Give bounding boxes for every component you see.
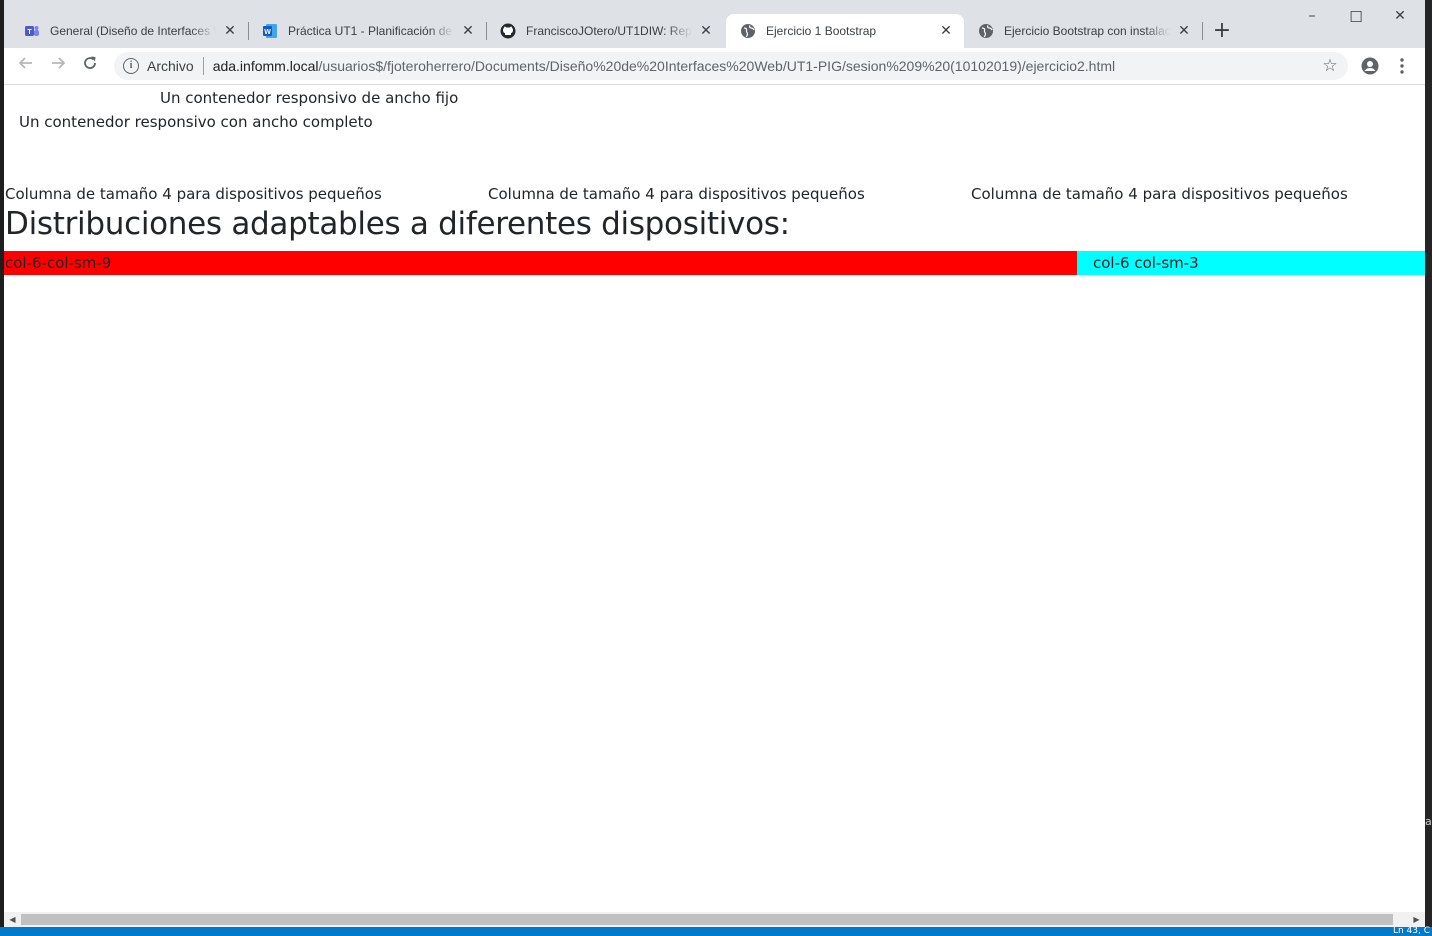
more-menu-icon[interactable] bbox=[1394, 56, 1410, 76]
tab-teams[interactable]: T General (Diseño de Interfaces Web) ✕ bbox=[10, 14, 248, 48]
tab-title: FranciscoJOtero/UT1DIW: Repository bbox=[526, 24, 692, 38]
close-icon[interactable]: ✕ bbox=[222, 23, 238, 39]
info-icon[interactable]: i bbox=[123, 58, 139, 74]
browser-toolbar: i Archivo ada.infomm.local /usuarios$/fj… bbox=[4, 48, 1425, 85]
reload-button[interactable] bbox=[78, 54, 102, 78]
url-path: /usuarios$/fjoteroherrero/Documents/Dise… bbox=[318, 58, 1116, 74]
arrow-right-icon bbox=[52, 57, 66, 69]
column-1: Columna de tamaño 4 para dispositivos pe… bbox=[5, 185, 382, 203]
url-host: ada.infomm.local bbox=[212, 58, 319, 74]
editor-status-bar: Ln 43, C bbox=[0, 926, 1432, 936]
word-icon: W bbox=[262, 23, 278, 39]
github-icon bbox=[500, 23, 516, 39]
svg-text:T: T bbox=[27, 29, 32, 36]
browser-window: T General (Diseño de Interfaces Web) ✕ W… bbox=[4, 0, 1425, 927]
tab-separator bbox=[1202, 22, 1203, 40]
editor-status-text: Ln 43, C bbox=[1392, 926, 1430, 936]
close-icon[interactable]: ✕ bbox=[1176, 23, 1192, 39]
scrollbar-thumb[interactable] bbox=[21, 914, 1393, 925]
tab-title: Ejercicio 1 Bootstrap bbox=[766, 24, 877, 38]
col-left-label: col-6-col-sm-9 bbox=[5, 254, 112, 272]
tab-title: General (Diseño de Interfaces Web) bbox=[50, 24, 216, 38]
tab-title: Práctica UT1 - Planificación de interfac… bbox=[288, 24, 454, 38]
profile-avatar-icon[interactable] bbox=[1361, 57, 1379, 75]
horizontal-scrollbar[interactable]: ◀ ▶ bbox=[4, 912, 1425, 927]
address-bar[interactable]: i Archivo ada.infomm.local /usuarios$/fj… bbox=[114, 52, 1348, 80]
new-tab-button[interactable]: + bbox=[1210, 20, 1234, 44]
page-content: Un contenedor responsivo de ancho fijo U… bbox=[4, 85, 1425, 912]
fluid-container-text: Un contenedor responsivo con ancho compl… bbox=[19, 113, 373, 131]
reload-icon bbox=[84, 56, 96, 69]
desktop-right-edge: a bbox=[1425, 0, 1432, 936]
scroll-right-icon[interactable]: ▶ bbox=[1409, 912, 1424, 927]
close-icon[interactable]: ✕ bbox=[698, 23, 714, 39]
svg-text:W: W bbox=[264, 29, 271, 36]
column-2: Columna de tamaño 4 para dispositivos pe… bbox=[488, 185, 865, 203]
scheme-label: Archivo bbox=[147, 58, 194, 74]
scroll-left-icon[interactable]: ◀ bbox=[5, 912, 20, 927]
maximize-button[interactable]: ☐ bbox=[1334, 8, 1378, 32]
arrow-left-icon bbox=[18, 57, 32, 69]
tab-strip: T General (Diseño de Interfaces Web) ✕ W… bbox=[4, 0, 1425, 48]
page-heading: Distribuciones adaptables a diferentes d… bbox=[5, 206, 790, 242]
teams-icon: T bbox=[24, 23, 40, 39]
tab-word[interactable]: W Práctica UT1 - Planificación de interf… bbox=[248, 14, 486, 48]
col-right-label: col-6 col-sm-3 bbox=[1093, 254, 1199, 272]
tab-github[interactable]: FranciscoJOtero/UT1DIW: Repository ✕ bbox=[486, 14, 724, 48]
globe-icon bbox=[740, 23, 756, 39]
omnibox-separator bbox=[202, 57, 204, 75]
close-icon[interactable]: ✕ bbox=[938, 23, 954, 39]
star-icon[interactable]: ☆ bbox=[1320, 56, 1340, 76]
forward-button[interactable] bbox=[46, 54, 70, 78]
globe-icon bbox=[978, 23, 994, 39]
tab-bootstrap-install[interactable]: Ejercicio Bootstrap con instalación ✕ bbox=[964, 14, 1202, 48]
back-button[interactable] bbox=[14, 54, 38, 78]
tab-title: Ejercicio Bootstrap con instalación bbox=[1004, 24, 1170, 38]
close-window-button[interactable]: ✕ bbox=[1378, 8, 1422, 32]
close-icon[interactable]: ✕ bbox=[460, 23, 476, 39]
col-left-red: col-6-col-sm-9 bbox=[4, 251, 1077, 275]
column-3: Columna de tamaño 4 para dispositivos pe… bbox=[971, 185, 1348, 203]
col-right-cyan: col-6 col-sm-3 bbox=[1077, 251, 1425, 275]
tab-active[interactable]: Ejercicio 1 Bootstrap ✕ bbox=[726, 14, 964, 48]
fixed-container-text: Un contenedor responsivo de ancho fijo bbox=[160, 89, 459, 107]
editor-fragment: a bbox=[1425, 815, 1432, 828]
minimize-button[interactable]: – bbox=[1290, 8, 1334, 32]
